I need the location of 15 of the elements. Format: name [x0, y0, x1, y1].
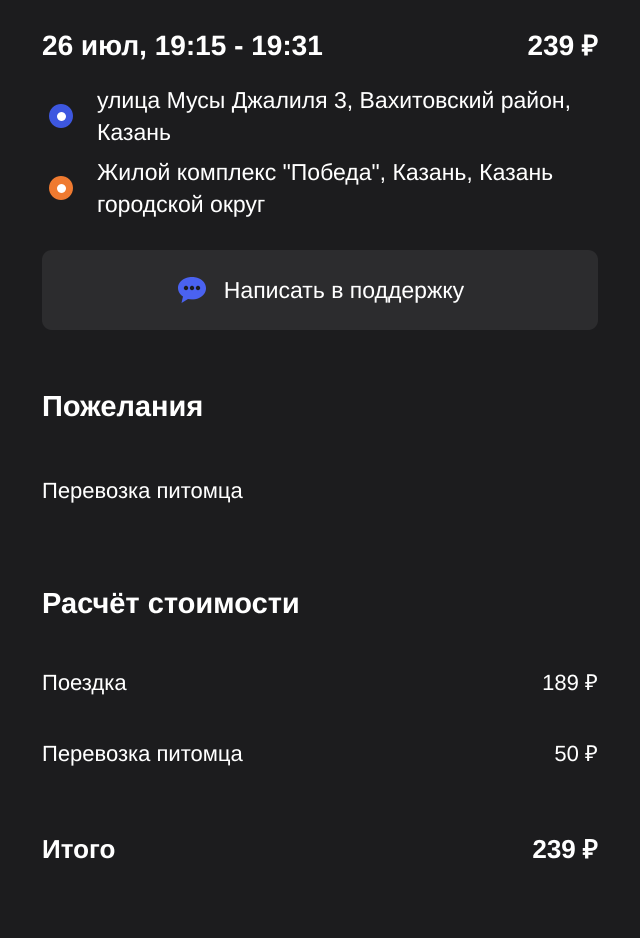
route-address: улица Мусы Джалиля 3, Вахитовский район, Казань — [97, 86, 572, 147]
total-amount: 239 ₽ — [532, 833, 598, 866]
chat-icon — [176, 275, 208, 305]
trip-price: 239 ₽ — [528, 29, 598, 63]
cost-amount: 50 ₽ — [554, 740, 598, 768]
wish-item: Перевозка питомца — [42, 476, 244, 505]
cost-label: Поездка — [42, 669, 127, 697]
cost-amount: 189 ₽ — [542, 669, 598, 697]
total-label: Итого — [42, 833, 116, 866]
cost-label: Перевозка питомца — [42, 740, 243, 768]
trip-datetime: 26 июл, 19:15 - 19:31 — [42, 29, 323, 63]
section-title: Расчёт стоимости — [42, 586, 301, 622]
section-title: Пожелания — [42, 390, 204, 425]
support-button[interactable]: Написать в поддержку — [42, 250, 598, 330]
route-address: Жилой комплекс "Победа", Казань, Казань городской округ — [97, 158, 554, 219]
